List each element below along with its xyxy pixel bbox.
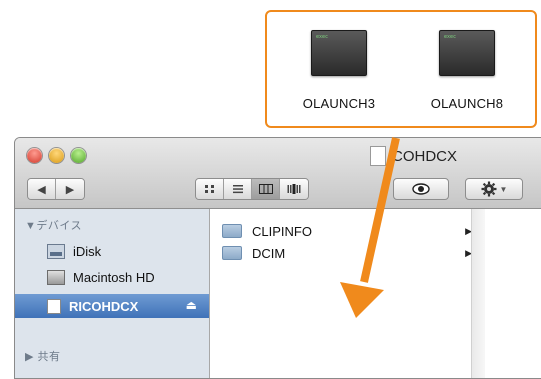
finder-window: COHDCX ◀ ▶ ▼ ▼デバイス iDisk Macintosh HD RI… (14, 137, 541, 379)
file-name: OLAUNCH8 (430, 96, 504, 111)
sd-card-icon (47, 298, 61, 314)
back-button[interactable]: ◀ (28, 179, 56, 199)
sidebar-item-ricohdcx[interactable]: RICOHDCX ⏏ (15, 294, 209, 318)
list-item-clipinfo[interactable]: CLIPINFO ▶ (222, 221, 472, 241)
file-olaunch8[interactable]: exec OLAUNCH8 (417, 30, 517, 111)
sidebar-item-label: Macintosh HD (73, 269, 155, 285)
callout-box: exec OLAUNCH3 exec OLAUNCH8 (265, 10, 537, 128)
sidebar-header-shared: ▶ 共有 (25, 351, 61, 363)
file-name: OLAUNCH3 (302, 96, 376, 111)
back-arrow-icon: ◀ (37, 183, 46, 196)
column-browser: CLIPINFO ▶ DCIM ▶ (210, 209, 485, 378)
window-title-text: COHDCX (392, 147, 458, 165)
sidebar-item-label: RICOHDCX (69, 298, 139, 314)
forward-arrow-icon: ▶ (65, 183, 75, 196)
sidebar: ▼デバイス iDisk Macintosh HD RICOHDCX ⏏ ▶ 共有 (15, 209, 210, 378)
list-item-dcim[interactable]: DCIM ▶ (222, 243, 472, 263)
folder-name: CLIPINFO (252, 223, 312, 239)
list-view-icon (232, 185, 243, 194)
sidebar-header-devices: ▼デバイス (25, 220, 83, 232)
titlebar: COHDCX ◀ ▶ ▼ (15, 138, 541, 209)
sidebar-item-idisk[interactable]: iDisk (15, 239, 209, 263)
back-forward-control: ◀ ▶ (27, 178, 85, 200)
hard-drive-icon (47, 269, 65, 285)
volume-icon (370, 146, 386, 166)
folder-icon (222, 224, 242, 238)
action-menu-button[interactable]: ▼ (465, 178, 523, 200)
column-browser-2 (485, 209, 541, 378)
quick-look-button[interactable] (393, 178, 449, 200)
list-view-button[interactable] (224, 179, 252, 199)
view-mode-control (195, 178, 309, 200)
close-button[interactable] (27, 148, 42, 163)
eject-icon[interactable]: ⏏ (186, 298, 197, 312)
icon-view-button[interactable] (196, 179, 224, 199)
idisk-icon (47, 243, 65, 259)
file-olaunch3[interactable]: exec OLAUNCH3 (289, 30, 389, 111)
terminal-executable-icon: exec (439, 30, 495, 76)
column-view-button[interactable] (252, 179, 280, 199)
gear-icon (481, 181, 497, 197)
eye-icon (412, 183, 430, 195)
forward-button[interactable]: ▶ (56, 179, 84, 199)
column-view-icon (258, 184, 273, 194)
column-scrollbar[interactable] (471, 209, 485, 378)
terminal-executable-icon: exec (311, 30, 367, 76)
folder-icon (222, 246, 242, 260)
sidebar-item-label: iDisk (73, 243, 102, 259)
chevron-down-icon: ▼ (499, 184, 508, 194)
coverflow-view-icon (287, 184, 301, 194)
window-title: COHDCX (370, 146, 457, 166)
folder-name: DCIM (252, 245, 286, 261)
zoom-button[interactable] (71, 148, 86, 163)
coverflow-view-button[interactable] (280, 179, 308, 199)
icon-view-icon (204, 185, 214, 193)
sidebar-item-macintosh-hd[interactable]: Macintosh HD (15, 265, 209, 289)
minimize-button[interactable] (49, 148, 64, 163)
